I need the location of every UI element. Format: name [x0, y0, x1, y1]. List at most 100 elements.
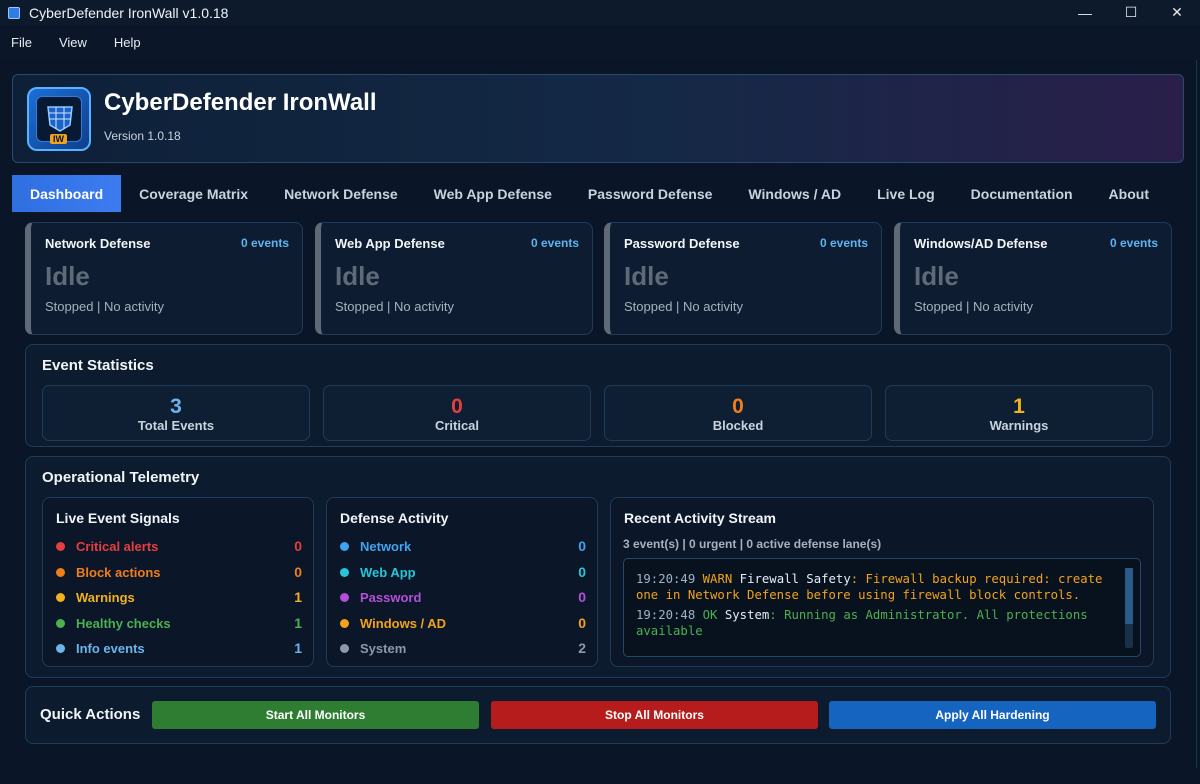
card-detail: Stopped | No activity	[914, 299, 1033, 314]
activity-row-windows-ad: Windows / AD 0	[340, 614, 586, 632]
operational-telemetry-title: Operational Telemetry	[42, 469, 200, 486]
title-bar: CyberDefender IronWall v1.0.18 — ☐ ✕	[0, 0, 1200, 25]
activity-value: 0	[578, 538, 586, 554]
event-statistics-title: Event Statistics	[42, 357, 154, 374]
log-level: WARN	[702, 572, 733, 586]
password-defense-card: Password Defense 0 events Idle Stopped |…	[604, 222, 882, 335]
defense-activity-panel: Defense Activity Network 0 Web App 0 Pas…	[326, 497, 598, 667]
signal-row-warnings: Warnings 1	[56, 588, 302, 606]
stat-value: 0	[732, 395, 744, 418]
signal-row-info: Info events 1	[56, 639, 302, 657]
tab-documentation[interactable]: Documentation	[953, 175, 1091, 212]
stat-total-events: 3 Total Events	[42, 385, 310, 441]
stat-value: 0	[451, 395, 463, 418]
recent-activity-stream-title: Recent Activity Stream	[624, 510, 776, 526]
maximize-button[interactable]: ☐	[1108, 0, 1154, 25]
windows-ad-defense-card: Windows/AD Defense 0 events Idle Stopped…	[894, 222, 1172, 335]
window-title: CyberDefender IronWall v1.0.18	[29, 4, 229, 21]
log-entry: 19:20:48 OK System: Running as Administr…	[636, 607, 1106, 639]
stat-blocked: 0 Blocked	[604, 385, 872, 441]
signal-row-critical: Critical alerts 0	[56, 537, 302, 555]
app-logo: IW	[27, 87, 91, 151]
stat-label: Warnings	[989, 418, 1049, 433]
tab-web-app-defense[interactable]: Web App Defense	[416, 175, 570, 212]
stat-value: 3	[170, 395, 182, 418]
app-icon	[8, 6, 20, 19]
network-defense-card: Network Defense 0 events Idle Stopped | …	[25, 222, 303, 335]
status-dot-icon	[56, 592, 65, 602]
app-version: Version 1.0.18	[104, 129, 181, 143]
activity-row-system: System 2	[340, 639, 586, 657]
card-state: Idle	[45, 261, 90, 291]
signal-value: 1	[294, 589, 302, 605]
activity-label: Windows / AD	[360, 615, 447, 631]
stream-summary: 3 event(s) | 0 urgent | 0 active defense…	[623, 537, 882, 551]
log-source: System	[724, 608, 770, 622]
web-app-defense-card: Web App Defense 0 events Idle Stopped | …	[315, 222, 593, 335]
menu-view[interactable]: View	[59, 35, 87, 50]
stat-warnings: 1 Warnings	[885, 385, 1153, 441]
signal-value: 0	[294, 564, 302, 580]
app-header: IW CyberDefender IronWall Version 1.0.18	[12, 74, 1184, 163]
card-detail: Stopped | No activity	[335, 299, 454, 314]
activity-label: Password	[360, 589, 422, 605]
log-time: 19:20:49	[636, 572, 696, 586]
status-strip	[0, 768, 1200, 784]
card-events: 0 events	[1109, 236, 1158, 250]
activity-row-web-app: Web App 0	[340, 563, 586, 581]
stop-all-monitors-button[interactable]: Stop All Monitors	[491, 701, 818, 729]
live-event-signals-title: Live Event Signals	[56, 510, 180, 526]
card-events: 0 events	[530, 236, 579, 250]
minimize-button[interactable]: —	[1062, 0, 1108, 25]
tab-about[interactable]: About	[1091, 175, 1167, 212]
status-dot-icon	[340, 567, 349, 577]
apply-all-hardening-button[interactable]: Apply All Hardening	[829, 701, 1156, 729]
activity-value: 0	[578, 564, 586, 580]
signal-label: Block actions	[76, 564, 161, 580]
tab-password-defense[interactable]: Password Defense	[570, 175, 731, 212]
signal-label: Critical alerts	[76, 538, 159, 554]
tab-network-defense[interactable]: Network Defense	[266, 175, 416, 212]
signal-row-block: Block actions 0	[56, 563, 302, 581]
stat-critical: 0 Critical	[323, 385, 591, 441]
tab-live-log[interactable]: Live Log	[859, 175, 953, 212]
signal-label: Warnings	[76, 589, 135, 605]
status-dot-icon	[340, 592, 349, 602]
close-button[interactable]: ✕	[1154, 0, 1200, 25]
recent-activity-stream-panel: Recent Activity Stream 3 event(s) | 0 ur…	[610, 497, 1154, 667]
stat-label: Critical	[434, 418, 480, 433]
card-title: Password Defense	[624, 236, 740, 251]
menu-help[interactable]: Help	[114, 35, 141, 50]
signal-value: 1	[294, 640, 302, 656]
activity-log[interactable]: 19:20:49 WARN Firewall Safety: Firewall …	[623, 558, 1141, 657]
signal-value: 0	[294, 538, 302, 554]
activity-value: 0	[578, 615, 586, 631]
app-title: CyberDefender IronWall	[104, 89, 377, 116]
activity-label: Network	[360, 538, 412, 554]
stat-label: Blocked	[712, 418, 764, 433]
tab-coverage-matrix[interactable]: Coverage Matrix	[121, 175, 266, 212]
menu-bar: File View Help	[0, 25, 1200, 60]
status-dot-icon	[56, 643, 65, 653]
stat-label: Total Events	[137, 418, 215, 433]
tab-windows-ad[interactable]: Windows / AD	[730, 175, 859, 212]
activity-value: 0	[578, 589, 586, 605]
start-all-monitors-button[interactable]: Start All Monitors	[152, 701, 479, 729]
card-title: Network Defense	[45, 236, 151, 251]
log-level: OK	[702, 608, 718, 622]
log-source: Firewall Safety	[739, 572, 851, 586]
activity-row-password: Password 0	[340, 588, 586, 606]
stat-value: 1	[1013, 395, 1025, 418]
menu-file[interactable]: File	[11, 35, 32, 50]
card-title: Web App Defense	[335, 236, 445, 251]
log-scrollbar[interactable]	[1125, 568, 1133, 648]
activity-value: 2	[578, 640, 586, 656]
activity-label: System	[360, 640, 407, 656]
signal-label: Healthy checks	[76, 615, 171, 631]
scrollbar-thumb[interactable]	[1125, 568, 1133, 624]
defense-activity-title: Defense Activity	[340, 510, 449, 526]
status-dot-icon	[56, 541, 65, 551]
card-events: 0 events	[240, 236, 289, 250]
card-events: 0 events	[819, 236, 868, 250]
tab-dashboard[interactable]: Dashboard	[12, 175, 122, 212]
